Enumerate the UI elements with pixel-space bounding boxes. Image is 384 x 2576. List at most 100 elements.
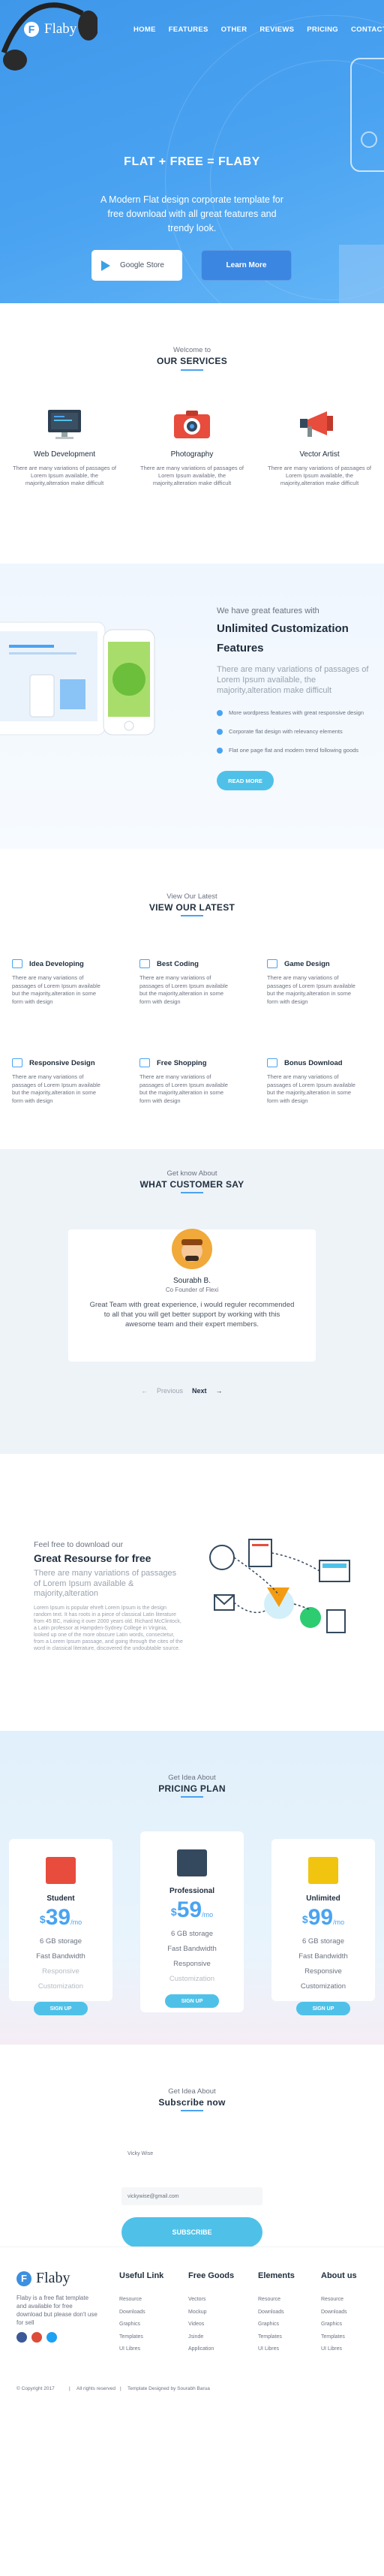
latest-item-title: Responsive Design [29, 1058, 95, 1067]
email-field[interactable]: vickywise@gmail.com [122, 2187, 262, 2205]
pricing-card-unlimited: Unlimited $99/mo 6 GB storage Fast Bandw… [272, 1839, 375, 2015]
gamepad-icon [267, 959, 278, 968]
logo-icon: F [24, 22, 39, 37]
book-icon [46, 1857, 76, 1884]
latest-item-title: Bonus Download [284, 1058, 343, 1067]
devices-illustration [0, 621, 155, 736]
service-desc: There are many variations of passages of… [13, 465, 116, 486]
nav-contact[interactable]: CONTACT [351, 26, 384, 34]
latest-title: VIEW OUR LATEST [148, 902, 236, 913]
sign-up-button[interactable]: SIGN UP [34, 2002, 88, 2015]
hero-section: F Flaby HOME FEATURES OTHER REVIEWS PRIC… [0, 0, 384, 303]
subscribe-title: Subscribe now [158, 2097, 226, 2108]
resource-desc: There are many variations of passages of… [34, 1569, 177, 1598]
latest-section: View Our Latest VIEW OUR LATEST Idea Dev… [0, 849, 384, 1149]
footer-link[interactable]: Application [188, 2343, 256, 2356]
latest-item-best-coding: Best Coding There are many variations of… [140, 959, 252, 1006]
footer-link[interactable]: Graphics [258, 2319, 326, 2331]
plan-feature: Customization [300, 1982, 346, 1991]
footer-link[interactable]: Templates [321, 2331, 381, 2344]
pricing-title: PRICING PLAN [158, 1783, 226, 1794]
idea-icon [12, 959, 22, 968]
bullet-icon [217, 728, 223, 735]
plan-price: $99/mo [302, 1905, 345, 1930]
footer-link[interactable]: Vectors [188, 2294, 256, 2307]
latest-item-game-design: Game Design There are many variations of… [267, 959, 380, 1006]
testimonial-quote: Great Team with great experience, i woul… [89, 1301, 295, 1329]
footer-link[interactable]: Mockup [188, 2307, 256, 2319]
megaphone-icon [297, 407, 342, 441]
read-more-button[interactable]: READ MORE [217, 771, 274, 790]
plan-feature: Fast Bandwidth [298, 1952, 348, 1961]
footer-link[interactable]: UI Libres [321, 2343, 381, 2356]
footer-link[interactable]: Videos [188, 2319, 256, 2331]
footer-link[interactable]: Templates [258, 2331, 326, 2344]
footer-logo[interactable]: F Flaby [16, 2270, 70, 2287]
footer-col-title: About us [321, 2271, 357, 2280]
prev-arrow-icon[interactable]: ← [141, 1387, 148, 1395]
download-icon [267, 1058, 278, 1067]
nav-features[interactable]: FEATURES [169, 26, 208, 34]
camera-icon [170, 407, 214, 441]
logo-text: Flaby [44, 21, 77, 37]
copy-separator: | [120, 2386, 122, 2391]
footer-link[interactable]: Downloads [321, 2307, 381, 2319]
subscribe-section: Get Idea About Subscribe now Vicky Wise … [0, 2045, 384, 2246]
nav-home[interactable]: HOME [134, 26, 156, 34]
footer-link[interactable]: Downloads [119, 2307, 187, 2319]
footer-link[interactable]: Resource [258, 2294, 326, 2307]
testimonial-title: WHAT CUSTOMER SAY [140, 1179, 244, 1190]
feature-text: More wordpress features with great respo… [229, 709, 364, 716]
footer-link[interactable]: Templates [119, 2331, 187, 2344]
testimonial-section: Get know About WHAT CUSTOMER SAY Sourabh… [0, 1149, 384, 1454]
footer-link[interactable]: Jsinde [188, 2331, 256, 2344]
footer-link[interactable]: Resource [119, 2294, 187, 2307]
latest-item-idea-developing: Idea Developing There are many variation… [12, 959, 124, 1006]
footer-link[interactable]: Downloads [258, 2307, 326, 2319]
footer-link[interactable]: Resource [321, 2294, 381, 2307]
customization-section: We have great features with Unlimited Cu… [0, 564, 384, 849]
footer-link[interactable]: Graphics [119, 2319, 187, 2331]
footer-link[interactable]: UI Libres [258, 2343, 326, 2356]
plan-feature: Fast Bandwidth [36, 1952, 86, 1961]
title-underline [181, 1192, 203, 1193]
next-arrow-icon[interactable]: → [216, 1387, 223, 1395]
latest-item-desc: There are many variations of passages of… [12, 974, 100, 1005]
footer-desc: Flaby is a free flat template and availa… [16, 2295, 98, 2326]
footer-link[interactable]: UI Libres [119, 2343, 187, 2356]
resource-body: Lorem Ipsum is popular ehreft Lorem Ipsu… [34, 1605, 183, 1651]
google-plus-icon[interactable] [32, 2332, 42, 2343]
next-button[interactable]: Next [192, 1387, 207, 1395]
plan-feature: 6 GB storage [302, 1937, 344, 1946]
learn-more-button[interactable]: Learn More [201, 250, 292, 281]
hero-title: FLAT + FREE = FLABY [124, 155, 260, 168]
name-field[interactable]: Vicky Wise [122, 2144, 262, 2162]
plan-feature: Responsive [42, 1967, 80, 1976]
services-kicker: Welcome to [173, 346, 211, 354]
plan-feature: Customization [38, 1982, 84, 1991]
latest-item-responsive-design: Responsive Design There are many variati… [12, 1058, 124, 1105]
subscribe-button[interactable]: SUBSCRIBE [122, 2217, 262, 2246]
sign-up-button[interactable]: SIGN UP [296, 2002, 350, 2015]
latest-item-desc: There are many variations of passages of… [140, 1073, 228, 1104]
bullet-icon [217, 747, 223, 754]
nav-other[interactable]: OTHER [221, 26, 248, 34]
customization-title: Unlimited Customization Features [217, 622, 349, 655]
google-store-button[interactable]: Google Store [92, 250, 182, 281]
plan-feature: Responsive [173, 1960, 211, 1968]
designed-by: Template Designed by Sourabh Barua [128, 2386, 210, 2391]
plan-feature: Fast Bandwidth [167, 1945, 217, 1953]
logo-icon: F [16, 2271, 32, 2286]
latest-item-title: Best Coding [157, 959, 199, 968]
footer-link[interactable]: Graphics [321, 2319, 381, 2331]
copyright: © Copyright 2017 [16, 2386, 55, 2391]
pricing-kicker: Get Idea About [168, 1774, 216, 1782]
logo[interactable]: F Flaby [24, 21, 76, 38]
nav-reviews[interactable]: REVIEWS [260, 26, 294, 34]
service-desc: There are many variations of passages of… [140, 465, 244, 486]
sign-up-button[interactable]: SIGN UP [165, 1994, 219, 2008]
prev-button[interactable]: Previous [157, 1387, 183, 1395]
twitter-icon[interactable] [46, 2332, 57, 2343]
facebook-icon[interactable] [16, 2332, 27, 2343]
nav-pricing[interactable]: PRICING [307, 26, 338, 34]
